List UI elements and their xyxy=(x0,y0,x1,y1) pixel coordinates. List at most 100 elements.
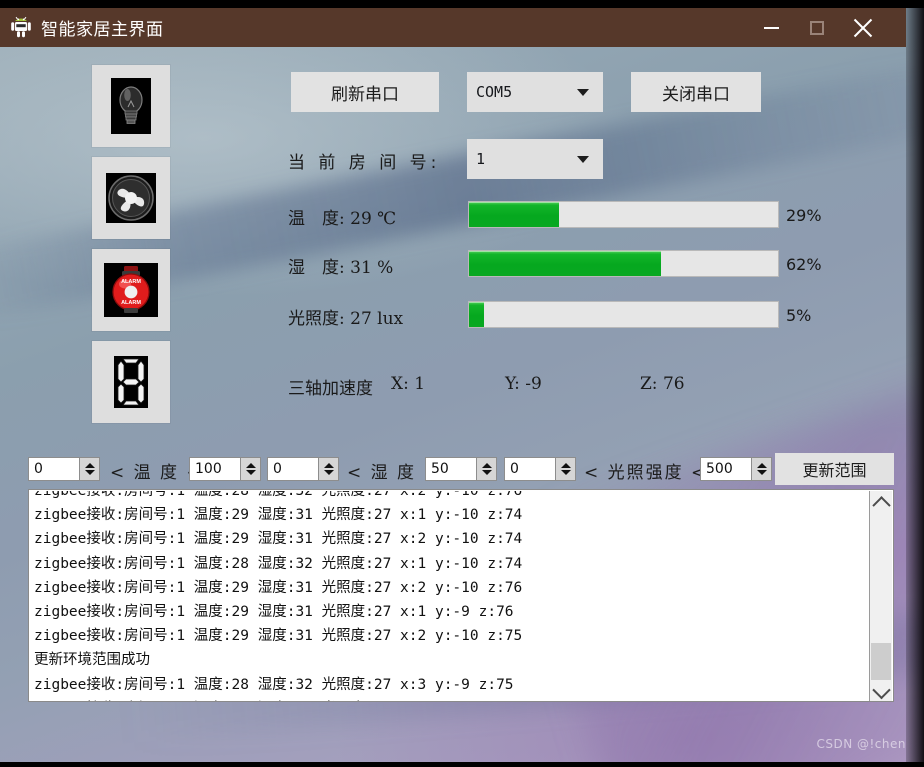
background-right-shadow xyxy=(906,0,924,767)
watermark: CSDN @!chen xyxy=(816,737,906,751)
stepper-up-icon[interactable] xyxy=(481,463,492,468)
stepper-up-icon[interactable] xyxy=(323,463,334,468)
seven-segment-display-icon xyxy=(114,356,148,408)
humidity-max-stepper-buttons[interactable] xyxy=(476,458,496,480)
illuminance-percent: 5% xyxy=(786,306,812,325)
stepper-down-icon[interactable] xyxy=(481,470,492,475)
stepper-up-icon[interactable] xyxy=(84,463,95,468)
log-scrollbar[interactable] xyxy=(869,491,892,701)
humidity-min-stepper[interactable]: 0 xyxy=(267,457,339,481)
humidity-max-value: 50 xyxy=(431,461,449,477)
temperature-progress-fill xyxy=(469,202,559,227)
log-line: 更新环境范围成功 xyxy=(34,652,150,669)
temperature-percent: 29% xyxy=(786,206,822,225)
chevron-down-icon xyxy=(871,680,891,699)
humidity-percent: 62% xyxy=(786,255,822,274)
stepper-up-icon[interactable] xyxy=(756,463,767,468)
temp-min-value: 0 xyxy=(34,461,43,477)
minimize-button[interactable] xyxy=(748,8,794,47)
scrollbar-thumb[interactable] xyxy=(871,643,891,680)
log-line: zigbee接收:房间号:1 温度:29 湿度:31 光照度:27 x:2 y:… xyxy=(34,531,523,548)
update-range-button[interactable]: 更新范围 xyxy=(775,453,894,485)
log-line: zigbee接收:房间号:1 温度:29 湿度:31 光照度:27 x:1 y:… xyxy=(34,604,514,621)
illuminance-progress-bar xyxy=(468,301,779,328)
accelerometer-label: 三轴加速度 xyxy=(288,379,373,399)
alarm-toggle-button[interactable]: ALARM ALARM xyxy=(92,249,170,331)
stepper-down-icon[interactable] xyxy=(560,470,571,475)
log-output-box[interactable]: zigbee接收:房间号:1 温度:28 湿度:32 光照度:27 x:2 y:… xyxy=(28,489,894,702)
humidity-max-stepper[interactable]: 50 xyxy=(425,457,497,481)
log-line: zigbee接收:房间号:1 温度:29 湿度:31 光照度:27 x:1 y:… xyxy=(34,507,523,524)
light-range-text: < 光照强度 < xyxy=(584,463,708,483)
log-line: zigbee接收:房间号:1 温度:29 湿度:31 光照度:27 x:2 y:… xyxy=(34,579,523,596)
humidity-label: 湿 度: 31 % xyxy=(288,258,394,278)
light-max-stepper-buttons[interactable] xyxy=(751,458,771,480)
window-bottom-edge xyxy=(0,762,924,767)
light-toggle-button[interactable] xyxy=(92,65,170,147)
fan-icon xyxy=(106,173,156,223)
log-lines-container: zigbee接收:房间号:1 温度:28 湿度:32 光照度:27 x:2 y:… xyxy=(34,491,523,702)
svg-text:ALARM: ALARM xyxy=(121,300,141,306)
temperature-progress-bar xyxy=(468,201,779,228)
log-line: zigbee接收:房间号:1 温度:28 湿度:32 光照度:27 x:2 y:… xyxy=(34,491,523,499)
android-robot-icon xyxy=(8,15,34,41)
scroll-down-button[interactable] xyxy=(870,680,892,701)
chevron-up-icon xyxy=(871,495,891,515)
light-min-stepper[interactable]: 0 xyxy=(504,457,576,481)
room-number-value: 1 xyxy=(476,150,486,168)
stepper-up-icon[interactable] xyxy=(560,463,571,468)
close-serial-label: 关闭串口 xyxy=(662,84,730,105)
log-clip: zigbee接收:房间号:1 温度:28 湿度:32 光照度:27 x:2 y:… xyxy=(30,491,872,702)
temperature-label: 温 度: 29 ℃ xyxy=(288,209,397,229)
illuminance-progress-fill xyxy=(469,302,485,327)
window-title: 智能家居主界面 xyxy=(41,20,164,40)
illuminance-label: 光照度: 27 lux xyxy=(288,309,404,329)
stepper-down-icon[interactable] xyxy=(323,470,334,475)
light-bulb-icon xyxy=(111,78,151,134)
temp-max-stepper-buttons[interactable] xyxy=(240,458,260,480)
log-line: zigbee接收:房间号:1 温度:28 湿度:32 光照度:27 x:1 y:… xyxy=(34,555,523,572)
stepper-up-icon[interactable] xyxy=(245,463,256,468)
temp-max-value: 100 xyxy=(195,461,222,477)
segment-display-button[interactable] xyxy=(92,341,170,423)
room-number-label: 当 前 房 间 号: xyxy=(288,153,441,173)
chevron-down-icon xyxy=(577,89,589,96)
serial-port-select[interactable]: COM5 xyxy=(467,72,603,112)
svg-text:ALARM: ALARM xyxy=(121,279,141,285)
light-min-stepper-buttons[interactable] xyxy=(555,458,575,480)
room-number-select[interactable]: 1 xyxy=(467,139,603,179)
close-button[interactable] xyxy=(840,8,886,47)
stepper-down-icon[interactable] xyxy=(756,470,767,475)
window-top-edge xyxy=(0,0,924,8)
temp-min-stepper[interactable]: 0 xyxy=(28,457,100,481)
stepper-down-icon[interactable] xyxy=(84,470,95,475)
scroll-up-button[interactable] xyxy=(870,491,892,515)
temp-max-stepper[interactable]: 100 xyxy=(189,457,261,481)
alarm-buzzer-icon: ALARM ALARM xyxy=(104,263,158,317)
close-serial-button[interactable]: 关闭串口 xyxy=(631,72,761,112)
light-max-value: 500 xyxy=(706,461,733,477)
humidity-progress-bar xyxy=(468,250,779,277)
refresh-serial-button[interactable]: 刷新串口 xyxy=(291,72,439,112)
stepper-down-icon[interactable] xyxy=(245,470,256,475)
title-bar: 智能家居主界面 xyxy=(0,8,906,47)
temp-min-stepper-buttons[interactable] xyxy=(79,458,99,480)
application-window: 智能家居主界面 ALARM ALARM 刷新串口 COM5 关闭串口 当 前 房… xyxy=(0,0,924,767)
humidity-min-stepper-buttons[interactable] xyxy=(318,458,338,480)
humidity-min-value: 0 xyxy=(273,461,282,477)
light-min-value: 0 xyxy=(510,461,519,477)
accelerometer-x: X: 1 xyxy=(391,374,426,394)
humidity-progress-fill xyxy=(469,251,661,276)
serial-port-value: COM5 xyxy=(476,83,513,101)
update-range-label: 更新范围 xyxy=(802,461,867,480)
log-line: zigbee接收:房间号:1 温度:28 湿度:32 光照度:27 x:3 y:… xyxy=(34,676,514,693)
chevron-down-icon xyxy=(577,156,589,163)
accelerometer-y: Y: -9 xyxy=(505,374,542,394)
fan-toggle-button[interactable] xyxy=(92,157,170,239)
log-line: zigbee接收:房间号:1 温度:29 湿度:31 光照度:27 x:2 y:… xyxy=(34,628,523,645)
light-max-stepper[interactable]: 500 xyxy=(700,457,772,481)
maximize-button[interactable] xyxy=(794,8,840,47)
accelerometer-z: Z: 76 xyxy=(640,374,685,394)
log-line: zigbee接收:房间号:1 温度:29 湿度:31 光照度:27 x:1 y:… xyxy=(34,697,522,702)
refresh-serial-label: 刷新串口 xyxy=(331,84,399,105)
